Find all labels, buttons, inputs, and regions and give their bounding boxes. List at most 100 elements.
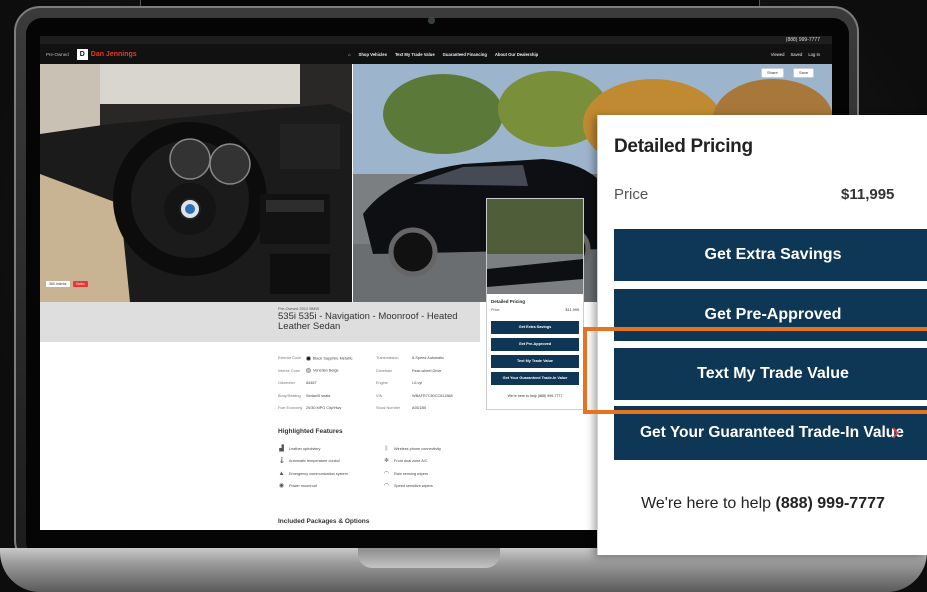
help-phone[interactable]: (888) 999-7777: [775, 495, 884, 512]
feature-label: Emergency communication system: [289, 471, 348, 476]
chevron-right-icon: ›: [891, 416, 900, 446]
feature-label: Automatic temperature control: [289, 459, 340, 463]
utility-bar: (888) 999-7777: [40, 36, 832, 44]
feature-item: ◠ Speed sensitive wipers: [383, 483, 488, 490]
spec-value: Venetian Beige: [306, 368, 376, 374]
guaranteed-trade-in-button[interactable]: Get Your Guaranteed Trade-In Value: [614, 406, 927, 460]
help-prefix: We're here to help: [641, 495, 772, 512]
spec-value-text: Venetian Beige: [313, 368, 339, 373]
spec-value-text: Black Sapphire Metallic: [313, 356, 353, 361]
mini-card-photo-graphic: [487, 199, 583, 294]
spec-row: Interior Color Venetian Beige Drivetrain Re…: [278, 365, 478, 378]
brand-prefix: Pre-Owned: [46, 51, 69, 57]
spec-row: Odometer 84487 Engine I-6 cyl: [278, 377, 478, 390]
photo-chips: 360 Interior Video: [46, 281, 88, 287]
site-navbar: Pre-Owned D Dan Jennings ⌂ Shop Vehicles…: [40, 44, 832, 64]
mini-preapproved-button[interactable]: Get Pre-Approved: [491, 338, 579, 351]
snowflake-icon: ❄: [383, 458, 390, 464]
spec-key: Engine: [376, 381, 388, 386]
home-icon[interactable]: ⌂: [348, 52, 351, 57]
nav-link-shop[interactable]: Shop Vehicles: [359, 52, 387, 57]
chip-360-interior[interactable]: 360 Interior: [46, 281, 70, 287]
spec-key: Fuel Economy: [278, 406, 303, 411]
feature-label: Rain sensing wipers: [394, 471, 428, 476]
nav-viewed[interactable]: Viewed: [771, 52, 785, 57]
nav-link-financing[interactable]: Guaranteed Financing: [443, 52, 487, 57]
highlighted-features-list: ▟ Leather upholstery ᛒ Wireless phone conne…: [278, 445, 488, 490]
mini-card-photo: [487, 199, 583, 294]
mini-help-text: We're here to help (888) 999-7777: [507, 394, 563, 398]
feature-item: ▲ Emergency communication system: [278, 470, 383, 477]
spec-value: Rear-wheel Drive: [412, 368, 442, 373]
interior-photo[interactable]: 360 Interior Video: [40, 64, 352, 302]
color-swatch: [306, 355, 311, 361]
utility-phone[interactable]: (888) 999-7777: [786, 36, 820, 44]
price-value: $11,995: [841, 186, 895, 203]
feature-item: ❄ Front dual zone A/C: [383, 458, 488, 465]
chip-video[interactable]: Video: [72, 281, 88, 287]
spec-key: Transmission: [376, 356, 399, 361]
feature-label: Speed sensitive wipers: [394, 484, 433, 488]
mini-trade-value-button[interactable]: Text My Trade Value: [491, 355, 579, 368]
spec-value-text: 84487: [306, 381, 317, 386]
spec-key: Stock Number: [376, 406, 401, 411]
brand-name[interactable]: Dan Jennings: [91, 51, 137, 58]
spec-row: Exterior Color Black Sapphire Metallic Tra…: [278, 352, 478, 365]
spec-key: VIN: [376, 393, 383, 398]
spec-value: I-6 cyl: [412, 381, 423, 386]
spec-key: Exterior Color: [278, 356, 302, 361]
color-swatch: [306, 368, 311, 374]
nav-login[interactable]: Log In: [808, 52, 820, 57]
mockup-stage: (888) 999-7777 Pre-Owned D Dan Jennings …: [0, 0, 927, 592]
help-text: We're here to help (888) 999-7777: [598, 495, 927, 513]
spec-value: Black Sapphire Metallic: [306, 355, 376, 361]
nav-links: ⌂ Shop Vehicles Text My Trade Value Guar…: [348, 44, 538, 64]
mini-price-value: $11,995: [565, 308, 579, 312]
nav-right: Viewed Saved Log In: [771, 44, 820, 64]
spec-value: 8-Speed Automatic: [412, 356, 445, 361]
seat-icon: ▟: [279, 445, 284, 452]
mini-extra-savings-button[interactable]: Get Extra Savings: [491, 321, 579, 334]
feature-item: 🌡 Automatic temperature control: [278, 458, 383, 465]
camera-icon: [428, 17, 435, 24]
guaranteed-trade-in-label: Get Your Guaranteed Trade-In Value: [640, 424, 904, 441]
mini-pricing-title: Detailed Pricing: [491, 299, 526, 304]
save-label: Save: [799, 70, 809, 75]
feature-item: ▟ Leather upholstery: [278, 445, 383, 452]
moonroof-icon: ◉: [278, 483, 285, 489]
bluetooth-icon: ᛒ: [384, 445, 389, 452]
feature-item: ◉ Power moonroof: [278, 483, 383, 490]
spec-value: Sedan/5 seats: [306, 394, 376, 398]
price-label: Price: [614, 186, 649, 203]
save-button[interactable]: Save: [793, 68, 815, 78]
mini-guaranteed-trade-button[interactable]: Get Your Guaranteed Trade-In Value: [491, 372, 579, 385]
nav-link-trade[interactable]: Text My Trade Value: [395, 52, 435, 57]
brand-logo[interactable]: D: [76, 48, 88, 60]
laptop-notch: [358, 548, 500, 568]
spec-value: WBAFR7C50CC811568: [412, 393, 453, 398]
nav-saved[interactable]: Saved: [790, 52, 802, 57]
wiper-icon: ◠: [383, 483, 390, 489]
thermometer-icon: 🌡: [278, 458, 286, 464]
interior-photo-graphic: [40, 64, 352, 302]
highlighted-features-title: Highlighted Features: [278, 428, 343, 435]
spec-value-text: 20/30 MPG City/Hwy: [306, 406, 342, 411]
feature-label: Power moonroof: [289, 484, 317, 488]
mini-pricing-card: Detailed Pricing Price $11,995 Get Extra…: [486, 198, 584, 410]
feature-label: Front dual zone A/C: [394, 459, 428, 463]
spec-key: Body/Seating: [278, 393, 301, 398]
spec-key: Drivetrain: [376, 368, 393, 373]
share-button[interactable]: Share: [761, 68, 784, 78]
feature-label: Wireless phone connectivity: [394, 446, 442, 451]
vehicle-title: 535i 535i - Navigation - Moonroof - Heat…: [278, 311, 458, 332]
spec-value: 20/30 MPG City/Hwy: [306, 406, 376, 410]
get-extra-savings-button[interactable]: Get Extra Savings: [614, 229, 927, 281]
vehicle-specs: Exterior Color Black Sapphire Metallic Tra…: [278, 352, 478, 415]
spec-row: Fuel Economy 20/30 MPG City/Hwy Stock Numb…: [278, 402, 478, 415]
nav-link-about[interactable]: About Our Dealership: [495, 52, 538, 57]
mini-price-label: Price: [491, 308, 500, 312]
feature-item: ᛒ Wireless phone connectivity: [383, 445, 488, 452]
pricing-title: Detailed Pricing: [614, 136, 753, 157]
share-label: Share: [767, 70, 778, 75]
spec-value-text: Sedan/5 seats: [306, 393, 331, 398]
